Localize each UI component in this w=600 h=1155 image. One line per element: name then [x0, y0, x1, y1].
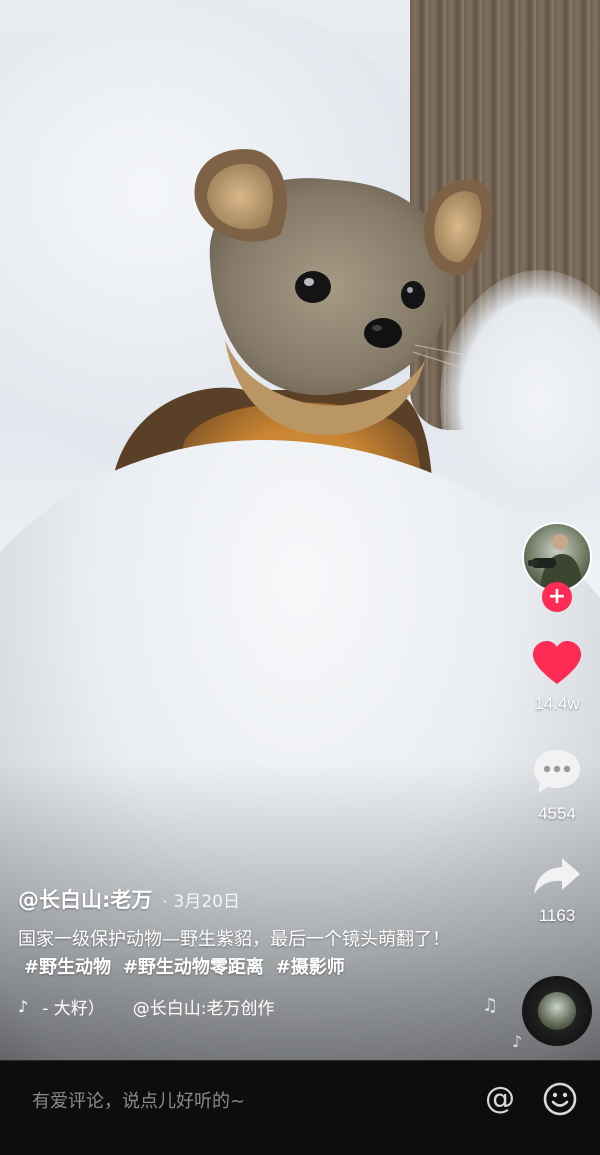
music-origin: @长白山:老万创作	[132, 999, 275, 1019]
follow-plus-icon[interactable]: +	[542, 582, 572, 612]
music-note-icon: ♪	[512, 1032, 523, 1051]
like-count: 14.4w	[534, 694, 580, 713]
share-count: 1163	[538, 906, 576, 925]
author-row: @长白山:老万 · 3月20日	[18, 884, 458, 914]
music-row[interactable]: ♪ - 大籽） @长白山:老万创作	[18, 994, 318, 1019]
separator-dot: ·	[162, 892, 168, 911]
video-caption: 国家一级保护动物—野生紫貂，最后一个镜头萌翻了！ #野生动物 #野生动物零距离 …	[18, 926, 458, 982]
tiktok-icon: ♪	[18, 997, 29, 1016]
comment-icon	[534, 750, 580, 793]
comment-bar: 有爱评论，说点儿好听的~ @	[0, 1060, 600, 1155]
comment-input[interactable]: 有爱评论，说点儿好听的~	[32, 1087, 245, 1113]
video-info: @长白山:老万 · 3月20日 国家一级保护动物—野生紫貂，最后一个镜头萌翻了！…	[18, 884, 458, 1019]
at-icon[interactable]: @	[482, 1081, 518, 1117]
author-name[interactable]: @长白山:老万	[18, 884, 152, 914]
music-note-icon: ♫	[482, 995, 499, 1016]
comment-count: 4554	[538, 804, 576, 823]
music-title: - 大籽）	[42, 999, 105, 1019]
post-date: 3月20日	[173, 892, 240, 912]
heart-icon	[532, 641, 582, 684]
share-button[interactable]: 1163	[520, 856, 594, 926]
hashtag[interactable]: #野生动物	[24, 957, 111, 978]
avatar-photo-icon	[528, 534, 582, 590]
hashtag[interactable]: #摄影师	[276, 957, 345, 978]
music-disc-icon[interactable]	[522, 976, 592, 1046]
emoji-icon[interactable]	[542, 1081, 578, 1117]
share-icon	[534, 858, 580, 894]
caption-text: 国家一级保护动物—野生紫貂，最后一个镜头萌翻了！	[18, 929, 450, 950]
hashtag[interactable]: #野生动物零距离	[123, 957, 264, 978]
comment-button[interactable]: 4554	[520, 748, 594, 824]
music-disc-cover	[538, 992, 576, 1030]
like-button[interactable]: 14.4w	[520, 640, 594, 714]
